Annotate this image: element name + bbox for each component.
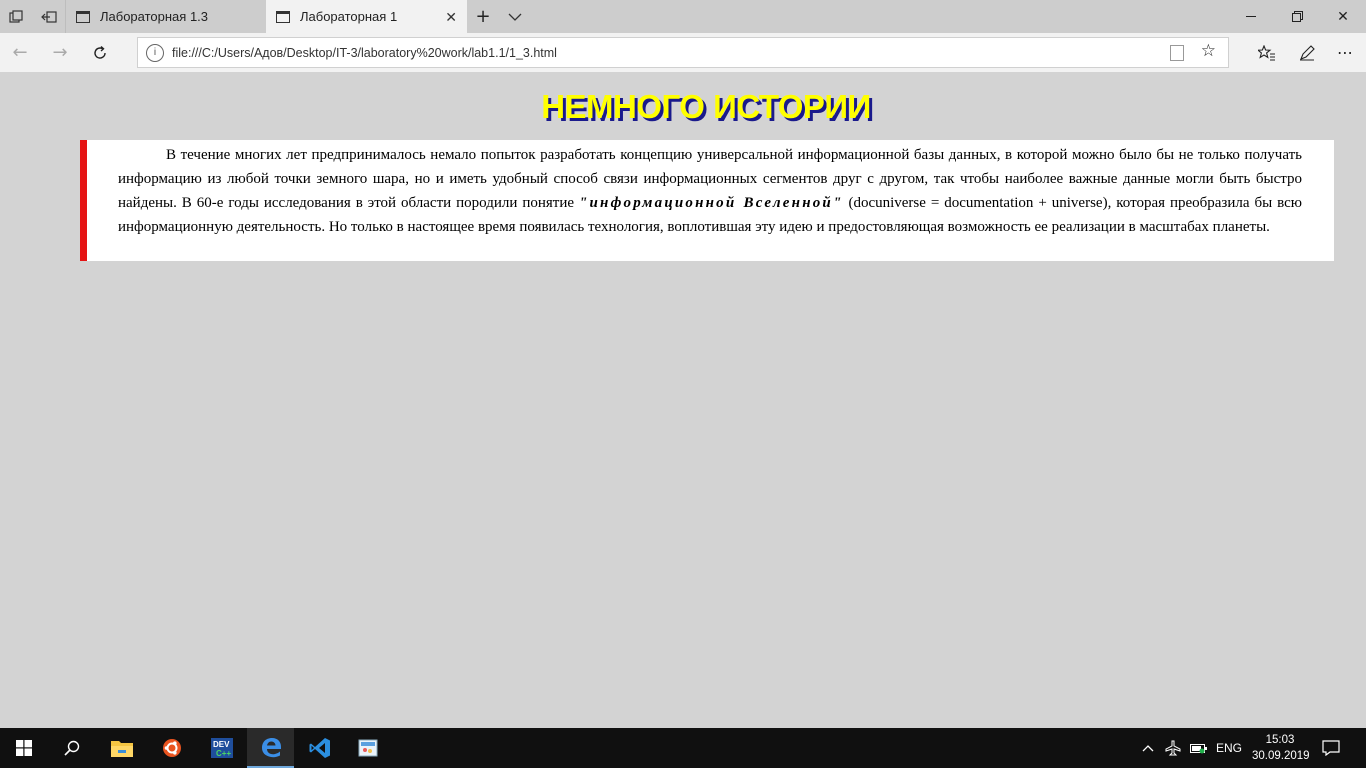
pen-icon[interactable] bbox=[1287, 33, 1327, 72]
article-paragraph: В течение многих лет предпринималось нем… bbox=[80, 140, 1334, 261]
clock[interactable]: 15:03 30.09.2019 bbox=[1252, 732, 1310, 764]
clock-date: 30.09.2019 bbox=[1252, 750, 1310, 762]
taskbar: DEV C++ ENG 15:03 30.09.2019 bbox=[0, 728, 1366, 768]
page-icon bbox=[276, 10, 290, 23]
favorites-hub-icon[interactable] bbox=[1247, 33, 1287, 72]
favorite-star-icon[interactable]: ☆ bbox=[1201, 41, 1216, 61]
address-bar[interactable]: i file:///C:/Users/Адов/Desktop/IT-3/lab… bbox=[137, 37, 1229, 68]
file-explorer-icon[interactable] bbox=[98, 728, 146, 768]
forward-icon[interactable]: → bbox=[40, 33, 80, 72]
tab-lab-1[interactable]: Лабораторная 1 ✕ bbox=[266, 0, 467, 33]
more-icon[interactable]: ⋯ bbox=[1325, 33, 1365, 72]
restore-icon[interactable] bbox=[1274, 0, 1320, 33]
back-icon[interactable]: ← bbox=[0, 33, 40, 72]
battery-icon[interactable] bbox=[1190, 728, 1210, 768]
close-window-icon[interactable]: ✕ bbox=[1320, 0, 1366, 33]
tab-actions-icon[interactable] bbox=[0, 0, 32, 33]
tab-title: Лабораторная 1.3 bbox=[100, 9, 209, 24]
minimize-icon[interactable] bbox=[1228, 0, 1274, 33]
tab-strip: Лабораторная 1.3 Лабораторная 1 ✕ + ✕ bbox=[0, 0, 1366, 33]
page-content: НЕМНОГО ИСТОРИИ В течение многих лет пре… bbox=[0, 72, 1366, 728]
devcpp-icon[interactable]: DEV C++ bbox=[198, 728, 246, 768]
svg-text:DEV: DEV bbox=[213, 740, 230, 749]
set-aside-tabs-icon[interactable] bbox=[32, 0, 65, 33]
info-icon[interactable]: i bbox=[146, 43, 164, 62]
new-tab-icon[interactable]: + bbox=[467, 0, 499, 33]
search-icon[interactable] bbox=[48, 728, 96, 768]
navigation-bar: ← → i file:///C:/Users/Адов/Desktop/IT-3… bbox=[0, 33, 1366, 72]
chevron-up-icon[interactable] bbox=[1142, 728, 1160, 768]
clock-time: 15:03 bbox=[1265, 734, 1295, 746]
refresh-icon[interactable] bbox=[80, 33, 120, 72]
url-text[interactable]: file:///C:/Users/Адов/Desktop/IT-3/labor… bbox=[172, 46, 1228, 60]
tab-title: Лабораторная 1 bbox=[300, 9, 398, 24]
vscode-icon[interactable] bbox=[296, 728, 344, 768]
chevron-down-icon[interactable] bbox=[499, 0, 531, 33]
airplane-mode-icon[interactable] bbox=[1165, 728, 1185, 768]
close-tab-icon[interactable]: ✕ bbox=[445, 9, 457, 26]
reading-view-icon[interactable] bbox=[1170, 45, 1184, 61]
ubuntu-icon[interactable] bbox=[148, 728, 196, 768]
edge-browser-icon[interactable] bbox=[247, 728, 294, 768]
start-windows-icon[interactable] bbox=[0, 728, 48, 768]
page-icon bbox=[76, 10, 90, 23]
page-title: НЕМНОГО ИСТОРИИ bbox=[541, 88, 871, 125]
paragraph-term: "информационной Вселенной" bbox=[578, 195, 844, 211]
notifications-icon[interactable] bbox=[1322, 728, 1344, 768]
language-indicator[interactable]: ENG bbox=[1216, 728, 1242, 768]
paint-icon[interactable] bbox=[344, 728, 392, 768]
tab-lab-1-3[interactable]: Лабораторная 1.3 bbox=[65, 0, 266, 33]
svg-text:C++: C++ bbox=[216, 749, 231, 758]
